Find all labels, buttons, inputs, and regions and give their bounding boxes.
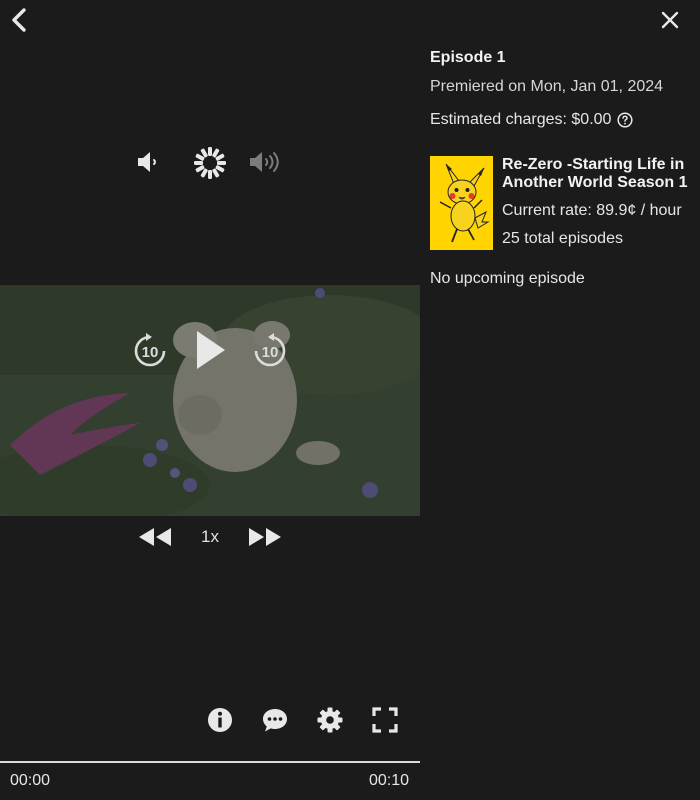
volume-down-icon[interactable] bbox=[134, 150, 166, 174]
rewind-10-icon[interactable]: 10 bbox=[131, 332, 169, 370]
spinner-segment bbox=[217, 161, 226, 165]
pikachu-poster-image bbox=[430, 156, 493, 250]
forward-10-icon[interactable]: 10 bbox=[251, 332, 289, 370]
spinner-segment bbox=[208, 147, 212, 156]
playback-speed-label[interactable]: 1x bbox=[190, 527, 230, 547]
app-root: 10 10 1x 00:00 00:10 Episode 1 Premiered… bbox=[0, 0, 700, 800]
current-time: 00:00 bbox=[10, 772, 51, 789]
play-icon[interactable] bbox=[193, 329, 227, 371]
spinner-segment bbox=[194, 161, 203, 165]
progress-bar[interactable] bbox=[0, 761, 420, 763]
spinner-segment bbox=[208, 170, 212, 179]
total-episodes: 25 total episodes bbox=[502, 230, 623, 247]
gear-icon[interactable] bbox=[316, 706, 344, 734]
chat-icon[interactable] bbox=[261, 706, 289, 734]
video-overlay bbox=[0, 285, 420, 516]
video-frame[interactable]: 10 10 bbox=[0, 285, 420, 516]
estimated-charges: Estimated charges: $0.00 bbox=[430, 111, 633, 129]
fast-forward-icon[interactable] bbox=[247, 526, 283, 548]
episode-info-panel: Episode 1 Premiered on Mon, Jan 01, 2024… bbox=[420, 0, 700, 800]
rewind-icon[interactable] bbox=[137, 526, 173, 548]
player-toolbar bbox=[0, 704, 420, 736]
show-poster[interactable] bbox=[430, 156, 493, 250]
volume-controls bbox=[0, 140, 420, 184]
show-title[interactable]: Re-Zero -Starting Life in Another World … bbox=[502, 156, 692, 192]
rewind-10-label: 10 bbox=[142, 344, 159, 361]
fullscreen-icon[interactable] bbox=[371, 706, 399, 734]
forward-10-label: 10 bbox=[262, 344, 279, 361]
chevron-left-icon[interactable] bbox=[6, 6, 34, 34]
loading-spinner-icon bbox=[194, 147, 226, 179]
show-card[interactable]: Re-Zero -Starting Life in Another World … bbox=[430, 156, 692, 250]
upcoming-episode: No upcoming episode bbox=[430, 270, 585, 287]
premiere-date: Premiered on Mon, Jan 01, 2024 bbox=[430, 78, 664, 95]
estimated-charges-label: Estimated charges: $0.00 bbox=[430, 111, 612, 128]
video-player: 10 10 1x 00:00 00:10 bbox=[0, 0, 420, 800]
playback-speed-controls: 1x bbox=[0, 520, 420, 554]
total-duration: 00:10 bbox=[368, 772, 409, 789]
episode-title: Episode 1 bbox=[430, 49, 506, 66]
help-circle-icon[interactable] bbox=[617, 112, 633, 128]
volume-up-icon[interactable] bbox=[248, 150, 284, 174]
info-icon[interactable] bbox=[206, 706, 234, 734]
current-rate: Current rate: 89.9¢ / hour bbox=[502, 202, 682, 219]
close-icon[interactable] bbox=[660, 10, 680, 30]
